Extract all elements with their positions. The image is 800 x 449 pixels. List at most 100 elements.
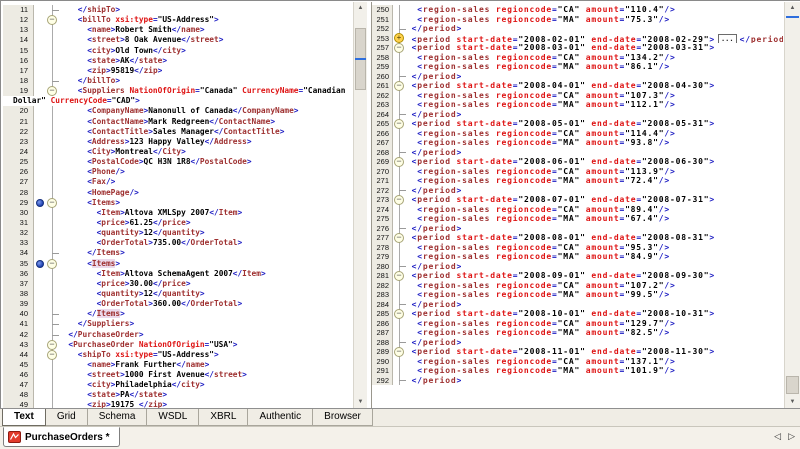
code-line[interactable]: <price>30.00</price>: [59, 279, 353, 289]
code-line[interactable]: <PostalCode>QC H3N 1R8</PostalCode>: [59, 157, 353, 167]
code-line[interactable]: <region-sales regioncode="CA" amount="13…: [406, 53, 783, 63]
code-line[interactable]: <Suppliers NationOfOrigin="Canada" Curre…: [59, 86, 353, 96]
code-line[interactable]: </period>: [406, 72, 783, 82]
fold-minus-icon[interactable]: −: [394, 157, 404, 167]
code-line[interactable]: <region-sales regioncode="CA" amount="10…: [406, 91, 783, 101]
code-line[interactable]: <zip>19175 </zip>: [59, 400, 353, 408]
tab-scroll-left-icon[interactable]: ◁: [774, 431, 781, 442]
code-line[interactable]: <period start-date="2008-02-01" end-date…: [406, 34, 783, 44]
fold-minus-icon[interactable]: −: [394, 119, 404, 129]
code-line[interactable]: <quantity>12</quantity>: [59, 228, 353, 238]
scroll-up-icon[interactable]: ▲: [785, 2, 800, 14]
code-line[interactable]: <PurchaseOrder NationOfOrigin="USA">: [59, 340, 353, 350]
scroll-up-icon[interactable]: ▲: [354, 2, 367, 14]
code-line[interactable]: <Address>123 Happy Valley</Address>: [59, 137, 353, 147]
editor-pane-right[interactable]: 250<region-sales regioncode="CA" amount=…: [371, 2, 783, 408]
code-line[interactable]: <region-sales regioncode="MA" amount="86…: [406, 62, 783, 72]
code-line[interactable]: <region-sales regioncode="MA" amount="11…: [406, 100, 783, 110]
code-line[interactable]: </period>: [406, 300, 783, 310]
code-line[interactable]: <city>Old Town</city>: [59, 46, 353, 56]
code-line[interactable]: <period start-date="2008-07-01" end-date…: [406, 195, 783, 205]
code-line[interactable]: </period>: [406, 376, 783, 386]
tab-xbrl[interactable]: XBRL: [198, 409, 248, 426]
code-line[interactable]: <period start-date="2008-09-01" end-date…: [406, 271, 783, 281]
fold-minus-icon[interactable]: −: [394, 81, 404, 91]
tab-scroll-right-icon[interactable]: ▷: [788, 431, 795, 442]
code-line[interactable]: <period start-date="2008-10-01" end-date…: [406, 309, 783, 319]
code-line[interactable]: <ContactName>Mark Redgreen</ContactName>: [59, 117, 353, 127]
code-line[interactable]: <region-sales regioncode="MA" amount="99…: [406, 290, 783, 300]
code-line[interactable]: <street>8 Oak Avenue</street>: [59, 35, 353, 45]
code-line[interactable]: <period start-date="2008-08-01" end-date…: [406, 233, 783, 243]
code-line[interactable]: <period start-date="2008-03-01" end-date…: [406, 43, 783, 53]
fold-minus-icon[interactable]: −: [394, 271, 404, 281]
code-line[interactable]: <region-sales regioncode="MA" amount="67…: [406, 214, 783, 224]
code-line[interactable]: <Items>: [59, 259, 353, 269]
code-line[interactable]: </period>: [406, 186, 783, 196]
tab-text[interactable]: Text: [2, 409, 46, 426]
code-line[interactable]: <City>Montreal</City>: [59, 147, 353, 157]
code-line[interactable]: <city>Philadelphia</city>: [59, 380, 353, 390]
fold-minus-icon[interactable]: −: [394, 347, 404, 357]
code-line[interactable]: <name>Frank Further</name>: [59, 360, 353, 370]
scroll-down-icon[interactable]: ▼: [785, 396, 800, 408]
code-line[interactable]: <region-sales regioncode="MA" amount="10…: [406, 366, 783, 376]
code-line[interactable]: <Fax/>: [59, 177, 353, 187]
fold-minus-icon[interactable]: −: [47, 259, 57, 269]
tab-schema[interactable]: Schema: [87, 409, 148, 426]
code-line[interactable]: <region-sales regioncode="CA" amount="95…: [406, 243, 783, 253]
code-line[interactable]: </period>: [406, 338, 783, 348]
code-line[interactable]: <name>Robert Smith</name>: [59, 25, 353, 35]
right-vertical-scrollbar[interactable]: ▲ ▼: [784, 2, 800, 408]
code-line[interactable]: <period start-date="2008-06-01" end-date…: [406, 157, 783, 167]
code-line[interactable]: <region-sales regioncode="CA" amount="13…: [406, 357, 783, 367]
code-line[interactable]: <region-sales regioncode="MA" amount="82…: [406, 328, 783, 338]
code-line[interactable]: <state>AK</state>: [59, 56, 353, 66]
fold-minus-icon[interactable]: −: [394, 233, 404, 243]
code-line[interactable]: <CompanyName>Nanonull of Canada</Company…: [59, 106, 353, 116]
right-scrollbar-thumb[interactable]: [786, 376, 799, 394]
code-line[interactable]: </shipTo>: [59, 5, 353, 15]
code-line[interactable]: <OrderTotal>735.00</OrderTotal>: [59, 238, 353, 248]
code-line[interactable]: <state>PA</state>: [59, 390, 353, 400]
code-line[interactable]: <region-sales regioncode="CA" amount="11…: [406, 129, 783, 139]
code-line[interactable]: <price>61.25</price>: [59, 218, 353, 228]
code-line[interactable]: <region-sales regioncode="CA" amount="11…: [406, 167, 783, 177]
code-line[interactable]: <Item>Altova XMLSpy 2007</Item>: [59, 208, 353, 218]
code-line[interactable]: </Suppliers>: [59, 319, 353, 329]
fold-minus-icon[interactable]: −: [47, 350, 57, 360]
code-line[interactable]: <region-sales regioncode="MA" amount="84…: [406, 252, 783, 262]
code-line[interactable]: </PurchaseOrder>: [59, 330, 353, 340]
fold-minus-icon[interactable]: −: [47, 198, 57, 208]
code-line[interactable]: <street>1000 First Avenue</street>: [59, 370, 353, 380]
code-line[interactable]: <period start-date="2008-05-01" end-date…: [406, 119, 783, 129]
code-line[interactable]: <Item>Altova SchemaAgent 2007</Item>: [59, 269, 353, 279]
code-line[interactable]: <shipTo xsi:type="US-Address">: [59, 350, 353, 360]
code-line[interactable]: </period>: [406, 24, 783, 34]
code-line[interactable]: <zip>95819</zip>: [59, 66, 353, 76]
fold-minus-icon[interactable]: −: [394, 43, 404, 53]
collapsed-content-box[interactable]: ...: [718, 34, 737, 44]
code-line[interactable]: <region-sales regioncode="MA" amount="93…: [406, 138, 783, 148]
tab-wsdl[interactable]: WSDL: [146, 409, 199, 426]
code-line[interactable]: <region-sales regioncode="MA" amount="75…: [406, 15, 783, 25]
code-line[interactable]: <OrderTotal>360.00</OrderTotal>: [59, 299, 353, 309]
fold-minus-icon[interactable]: −: [47, 86, 57, 96]
code-line[interactable]: <region-sales regioncode="CA" amount="12…: [406, 319, 783, 329]
code-line[interactable]: <region-sales regioncode="CA" amount="10…: [406, 281, 783, 291]
code-line[interactable]: <Phone/>: [59, 167, 353, 177]
scroll-down-icon[interactable]: ▼: [354, 396, 367, 408]
code-line[interactable]: <period start-date="2008-11-01" end-date…: [406, 347, 783, 357]
document-tab-purchaseorders[interactable]: PurchaseOrders *: [3, 427, 120, 447]
code-line[interactable]: <ContactTitle>Sales Manager</ContactTitl…: [59, 127, 353, 137]
code-line[interactable]: </period>: [406, 148, 783, 158]
code-line[interactable]: <period start-date="2008-04-01" end-date…: [406, 81, 783, 91]
code-line[interactable]: <billTo xsi:type="US-Address">: [59, 15, 353, 25]
code-line[interactable]: <region-sales regioncode="MA" amount="72…: [406, 176, 783, 186]
tab-authentic[interactable]: Authentic: [247, 409, 313, 426]
tab-browser[interactable]: Browser: [312, 409, 373, 426]
code-line[interactable]: </period>: [406, 262, 783, 272]
code-line[interactable]: </period>: [406, 110, 783, 120]
fold-minus-icon[interactable]: −: [394, 309, 404, 319]
code-line[interactable]: </billTo>: [59, 76, 353, 86]
